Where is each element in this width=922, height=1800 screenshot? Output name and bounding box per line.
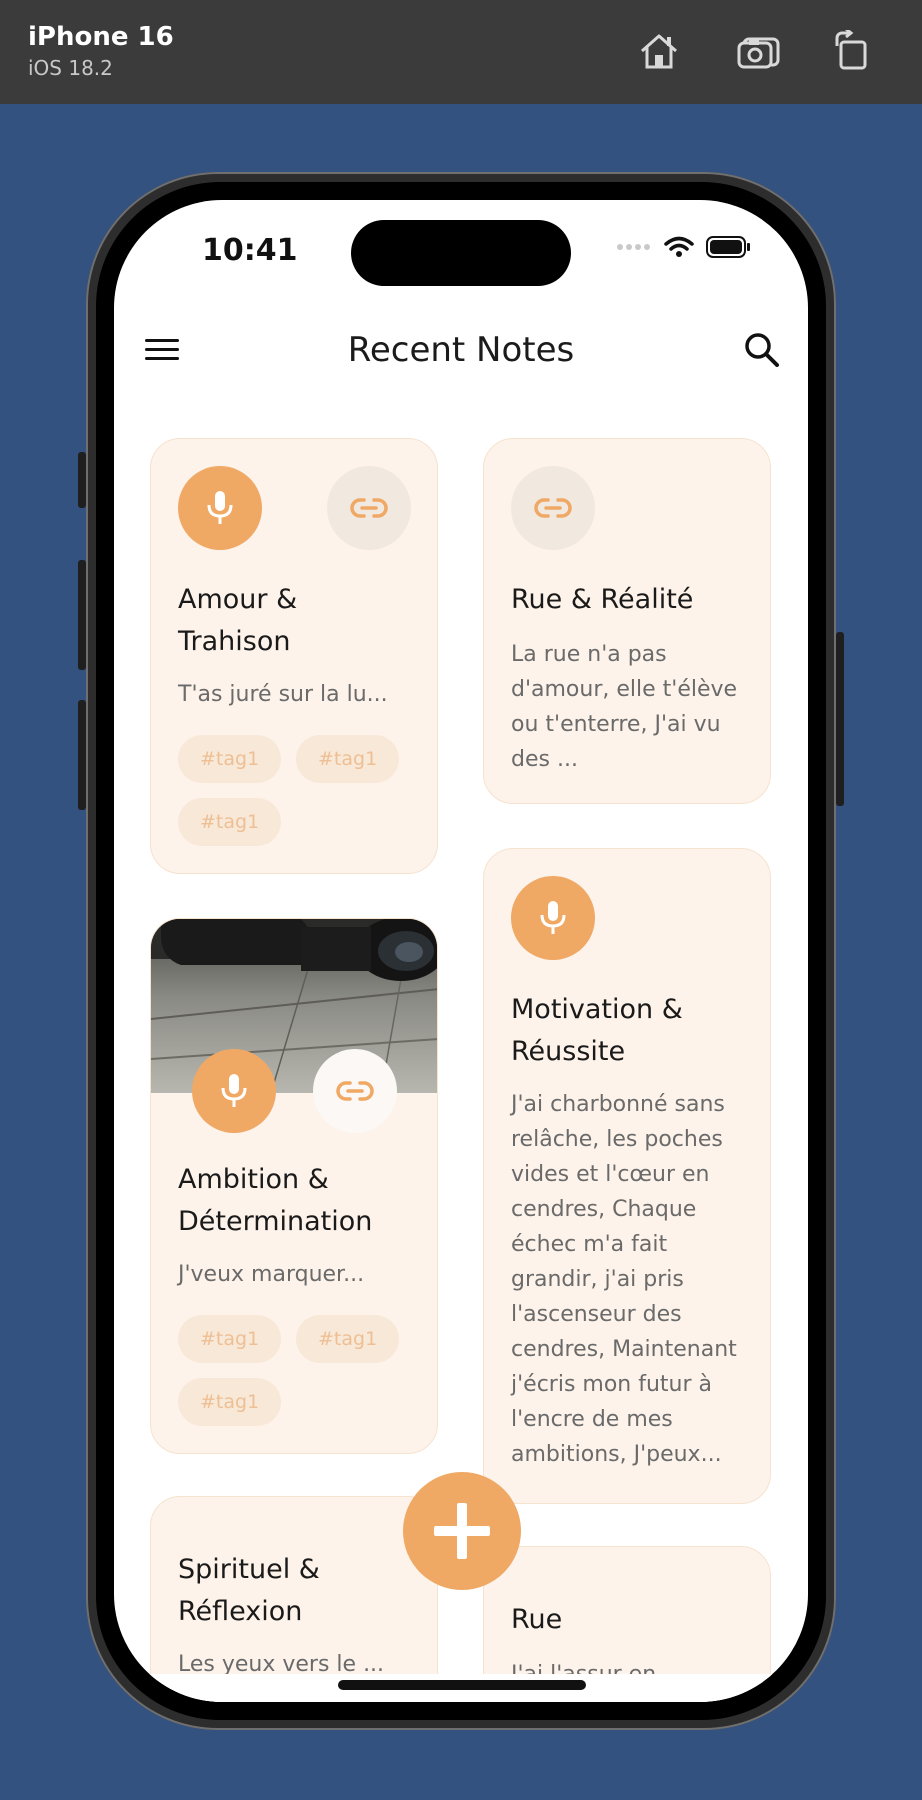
note-card[interactable]: Ambition & Détermination J'veux marquer.… <box>150 918 438 1454</box>
phone-screen: 10:41 Recent Notes Amour & Trahison T'as… <box>114 200 808 1702</box>
tag-chip[interactable]: #tag1 <box>178 798 282 846</box>
note-title: Amour & Trahison <box>178 584 298 657</box>
note-excerpt: J'ai charbonné sans relâche, les poches … <box>511 1092 737 1467</box>
link-icon[interactable] <box>313 1049 397 1133</box>
signal-icon <box>617 244 650 250</box>
tag-chip[interactable]: #tag1 <box>296 735 400 783</box>
home-indicator[interactable] <box>338 1680 586 1690</box>
tag-chip[interactable]: #tag1 <box>178 1315 282 1363</box>
screenshot-icon[interactable] <box>734 26 784 76</box>
home-icon[interactable] <box>634 26 684 76</box>
microphone-icon[interactable] <box>178 466 262 550</box>
status-time: 10:41 <box>202 233 298 268</box>
plus-icon <box>434 1503 490 1559</box>
note-title: Rue <box>511 1604 563 1635</box>
simulator-toolbar: iPhone 16 iOS 18.2 <box>0 0 922 104</box>
search-icon[interactable] <box>742 330 782 370</box>
os-version: iOS 18.2 <box>28 56 113 80</box>
microphone-icon[interactable] <box>511 876 595 960</box>
tag-chip[interactable]: #tag1 <box>178 735 282 783</box>
note-excerpt: J'veux marquer... <box>178 1262 365 1287</box>
volume-down-button <box>78 700 86 810</box>
power-button <box>836 632 844 806</box>
note-card[interactable]: Amour & Trahison T'as juré sur la lu... … <box>150 438 438 874</box>
page-title: Recent Notes <box>347 330 575 370</box>
status-icons <box>616 236 752 258</box>
microphone-icon[interactable] <box>192 1049 276 1133</box>
link-icon[interactable] <box>327 466 411 550</box>
camera-photo <box>151 919 437 1093</box>
note-excerpt: La rue n'a pas d'amour, elle t'élève ou … <box>511 642 738 772</box>
note-card[interactable]: Motivation & Réussite J'ai charbonné san… <box>483 848 771 1504</box>
device-name: iPhone 16 <box>28 22 174 52</box>
app-header: Recent Notes <box>114 310 808 394</box>
tag-chip[interactable]: #tag1 <box>296 1315 400 1363</box>
note-title: Spirituel & Réflexion <box>178 1554 320 1627</box>
dynamic-island <box>351 220 571 286</box>
note-card[interactable]: Rue & Réalité La rue n'a pas d'amour, el… <box>483 438 771 804</box>
tag-chip[interactable]: #tag1 <box>178 1378 282 1426</box>
wifi-icon <box>664 236 694 257</box>
add-note-button[interactable] <box>403 1472 521 1590</box>
note-title: Ambition & Détermination <box>178 1164 373 1237</box>
rotate-icon[interactable] <box>826 26 876 76</box>
note-title: Rue & Réalité <box>511 584 694 615</box>
note-card[interactable]: Spirituel & Réflexion Les yeux vers le .… <box>150 1496 438 1702</box>
battery-icon <box>706 236 750 258</box>
volume-up-button <box>78 560 86 670</box>
action-button <box>78 452 86 508</box>
note-title: Motivation & Réussite <box>511 994 683 1067</box>
note-excerpt: T'as juré sur la lu... <box>178 682 388 707</box>
link-icon[interactable] <box>511 466 595 550</box>
